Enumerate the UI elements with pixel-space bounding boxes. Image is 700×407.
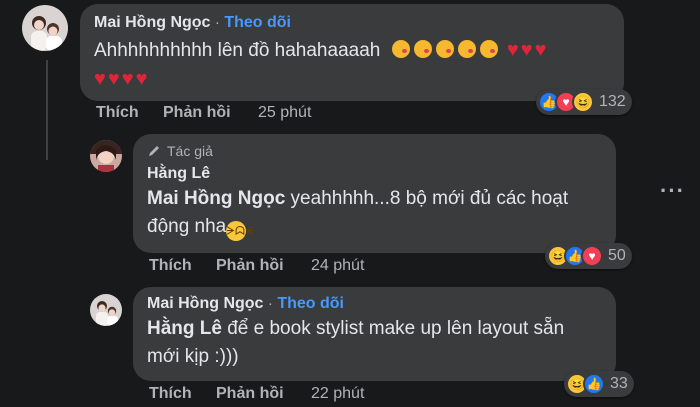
author-badge: Tác giả: [167, 143, 213, 159]
follow-button[interactable]: Theo dõi: [277, 295, 344, 312]
mention-link[interactable]: Mai Hồng Ngọc: [147, 188, 285, 209]
comment-text: Mai Hồng Ngọc yeahhhhh...8 bộ mới đủ các…: [147, 185, 602, 241]
like-button[interactable]: Thích: [149, 257, 192, 275]
avatar[interactable]: [90, 294, 122, 326]
comment-text: Ahhhhhhhhhh lên đồ hahahaaaah ♥ ♥ ♥ ♥ ♥ ♥ ♥: [94, 39, 547, 90]
timestamp[interactable]: 24 phút: [311, 257, 364, 275]
love-icon: ♥: [581, 245, 603, 267]
heart-emoji-icon: ♥ ♥ ♥ ♥: [94, 68, 148, 90]
timestamp[interactable]: 22 phút: [311, 385, 364, 403]
reaction-count: 132: [599, 93, 626, 110]
reply-button[interactable]: Phản hồi: [163, 104, 231, 122]
comment-bubble: Mai Hồng Ngọc · Theo dõi Ahhhhhhhhhh lên…: [80, 4, 624, 101]
follow-button[interactable]: Theo dõi: [224, 14, 291, 31]
timestamp[interactable]: 25 phút: [258, 104, 311, 122]
heart-emoji-icon: ♥ ♥ ♥: [506, 39, 547, 61]
pen-icon: [149, 146, 159, 156]
more-options-icon[interactable]: ···: [660, 178, 685, 204]
reaction-count: 33: [610, 375, 628, 392]
separator-dot: ·: [214, 14, 220, 31]
comment-author[interactable]: Hằng Lê: [147, 165, 210, 182]
mention-link[interactable]: Hằng Lê: [147, 318, 222, 339]
comment-author[interactable]: Mai Hồng Ngọc: [94, 14, 210, 31]
comment-author[interactable]: Mai Hồng Ngọc: [147, 295, 263, 312]
haha-icon: 😆: [572, 91, 594, 113]
reaction-count: 50: [608, 247, 626, 264]
like-icon: 👍: [583, 373, 605, 395]
thread-line: [46, 60, 48, 160]
reaction-summary[interactable]: 👍 ♥ 😆 132: [536, 89, 632, 115]
avatar[interactable]: [90, 140, 122, 172]
reaction-summary[interactable]: 😆 👍 ♥ 50: [545, 243, 632, 269]
like-button[interactable]: Thích: [149, 385, 192, 403]
comment-text: Hằng Lê để e book stylist make up lên la…: [147, 318, 565, 367]
reply-bubble: Mai Hồng Ngọc · Theo dõi Hằng Lê để e bo…: [133, 287, 616, 381]
like-button[interactable]: Thích: [96, 104, 139, 122]
kiss-emoji-icon: [386, 40, 507, 61]
reaction-summary[interactable]: 😆 👍 33: [564, 371, 634, 397]
separator-dot: ·: [267, 295, 273, 312]
grin-emoji-icon: ᗒᗣᗕ: [226, 221, 254, 241]
avatar[interactable]: [22, 5, 68, 51]
reply-bubble: Tác giả Hằng Lê Mai Hồng Ngọc yeahhhhh..…: [133, 134, 616, 253]
reply-button[interactable]: Phản hồi: [216, 385, 284, 403]
reply-button[interactable]: Phản hồi: [216, 257, 284, 275]
